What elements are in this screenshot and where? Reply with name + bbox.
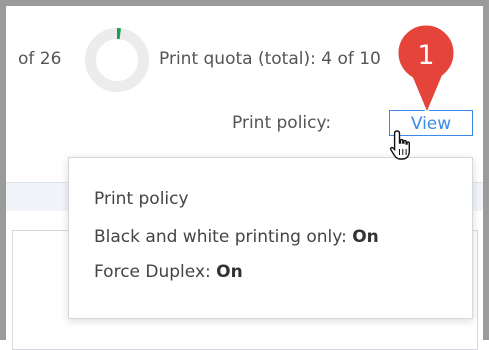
print-policy-label: Print policy: — [232, 113, 332, 133]
usage-of-text: of 26 — [18, 49, 62, 69]
policy-item-label: Force Duplex: — [94, 262, 211, 282]
policy-item-bw: Black and white printing only: On — [94, 227, 379, 247]
print-policy-popover: Print policy Black and white printing on… — [68, 157, 473, 319]
policy-item-duplex: Force Duplex: On — [94, 262, 243, 282]
popover-title: Print policy — [94, 189, 189, 209]
policy-item-value: On — [352, 227, 379, 247]
hand-cursor-icon — [389, 130, 410, 160]
print-quota-label: Print quota (total): 4 of 10 — [159, 49, 381, 69]
policy-item-label: Black and white printing only: — [94, 227, 347, 247]
quota-progress-ring — [85, 28, 149, 92]
policy-item-value: On — [216, 262, 243, 282]
quota-progress-arc — [116, 28, 121, 40]
